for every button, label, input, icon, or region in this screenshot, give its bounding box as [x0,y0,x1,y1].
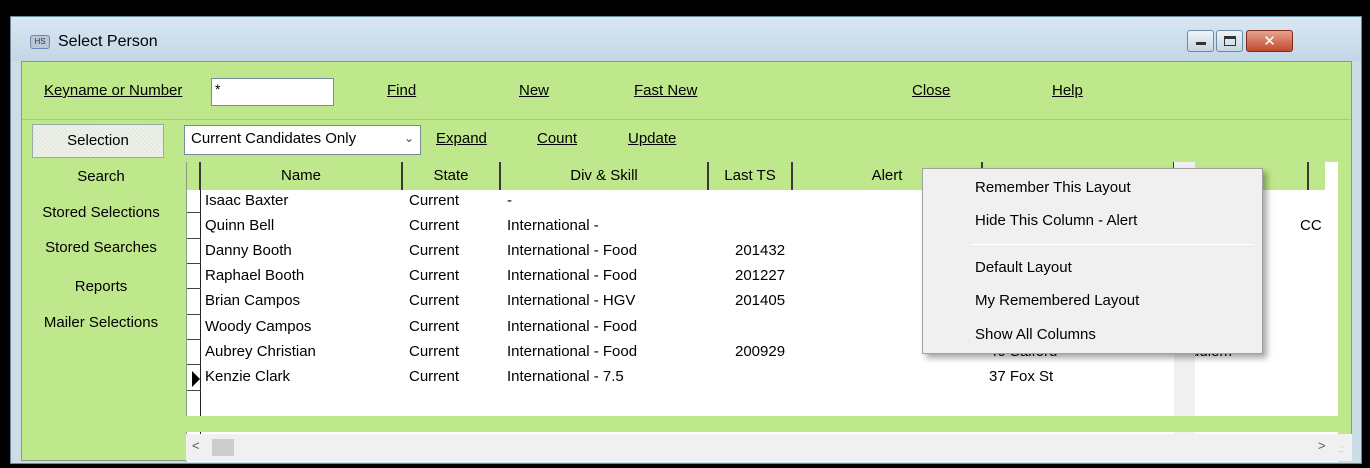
help-button[interactable]: Help [1052,82,1083,99]
grid-footer-strip [186,416,1338,432]
horizontal-scroll-thumb[interactable] [212,439,234,456]
cell-name: Quinn Bell [205,217,275,234]
sidebar-item-stored-selections[interactable]: Stored Selections [22,197,180,231]
minimize-button[interactable] [1187,30,1214,52]
sidebar-item-stored-searches[interactable]: Stored Searches [22,232,180,266]
cell-name: Kenzie Clark [205,368,291,385]
cell-div-skill: International - HGV [507,292,636,309]
cell-name: Woody Campos [205,318,312,335]
menu-item-hide-column[interactable]: Hide This Column - Alert [975,212,1137,229]
count-button[interactable]: Count [537,130,577,147]
horizontal-scrollbar[interactable]: < > .: [186,434,1352,461]
cell-name: Brian Campos [205,292,301,309]
cell-state: Current [409,343,460,360]
column-header-last-ts[interactable]: Last TS [709,162,793,190]
keyname-label: Keyname or Number [44,82,183,99]
cell-div-skill: International - Food [507,267,638,284]
cell-name: Isaac Baxter [205,192,289,209]
chevron-down-icon: ⌄ [403,131,414,145]
search-toolbar: Keyname or Number * Find New Fast New Cl… [22,62,1351,120]
sidebar: Selection Search Stored Selections Store… [22,121,180,461]
row-header-corner [187,162,201,190]
cell-last-ts: 201227 [735,267,786,284]
cell-state: Current [409,292,460,309]
sidebar-item-reports[interactable]: Reports [22,271,180,305]
column-header-state[interactable]: State [403,162,501,190]
maximize-button[interactable] [1216,30,1243,52]
cell-div-skill: International - 7.5 [507,368,624,385]
cell-div-skill: International - [507,217,599,234]
close-button[interactable]: Close [912,82,950,99]
column-header-name[interactable]: Name [201,162,403,190]
cell-address: 37 Fox St [989,368,1054,385]
close-window-button[interactable]: ✕ [1246,30,1293,52]
resize-grip-icon[interactable]: .: [1338,444,1344,455]
cell-name: Raphael Booth [205,267,305,284]
menu-item-remember-layout[interactable]: Remember This Layout [975,179,1131,196]
title-bar[interactable]: HS Select Person ✕ [11,17,1361,61]
menu-item-my-remembered-layout[interactable]: My Remembered Layout [975,292,1139,309]
cell-state: Current [409,217,460,234]
update-button[interactable]: Update [628,130,676,147]
cell-last-ts: 201405 [735,292,786,309]
cell-clipped: CC [1300,217,1322,234]
menu-item-show-all-columns[interactable]: Show All Columns [975,326,1096,343]
cell-div-skill: - [507,192,512,209]
menu-separator [971,244,1254,245]
cell-div-skill: International - Food [507,318,638,335]
cell-last-ts: 201432 [735,242,786,259]
cell-state: Current [409,242,460,259]
find-button[interactable]: Find [387,82,416,99]
arrow-right-icon [192,371,200,387]
cell-last-ts: 200929 [735,343,786,360]
menu-item-default-layout[interactable]: Default Layout [975,259,1072,276]
current-row-indicator [187,366,201,391]
cell-state: Current [409,318,460,335]
cell-div-skill: International - Food [507,242,638,259]
expand-button[interactable]: Expand [436,130,487,147]
candidate-filter-select[interactable]: Current Candidates Only ⌄ [184,125,421,155]
app-icon: HS [30,35,50,49]
scroll-right-icon[interactable]: > [1318,438,1326,453]
column-header-div-skill[interactable]: Div & Skill [501,162,709,190]
cell-name: Danny Booth [205,242,292,259]
maximize-icon [1224,36,1236,46]
cell-name: Aubrey Christian [205,343,316,360]
new-button[interactable]: New [519,82,549,99]
scroll-left-icon[interactable]: < [192,438,200,453]
column-context-menu: Remember This Layout Hide This Column - … [922,168,1263,354]
minimize-icon [1196,42,1206,45]
keyname-input[interactable]: * [211,78,334,106]
filter-selected-value: Current Candidates Only [191,130,357,147]
close-icon: ✕ [1263,33,1276,50]
table-row-current[interactable]: Kenzie Clark Current International - 7.5… [187,366,1325,391]
cell-state: Current [409,267,460,284]
sidebar-item-mailer-selections[interactable]: Mailer Selections [22,307,180,341]
window-title: Select Person [58,33,158,50]
sidebar-item-search[interactable]: Search [22,161,180,195]
cell-state: Current [409,192,460,209]
fast-new-button[interactable]: Fast New [634,82,697,99]
cell-div-skill: International - Food [507,343,638,360]
sidebar-item-selection[interactable]: Selection [32,124,164,158]
cell-state: Current [409,368,460,385]
